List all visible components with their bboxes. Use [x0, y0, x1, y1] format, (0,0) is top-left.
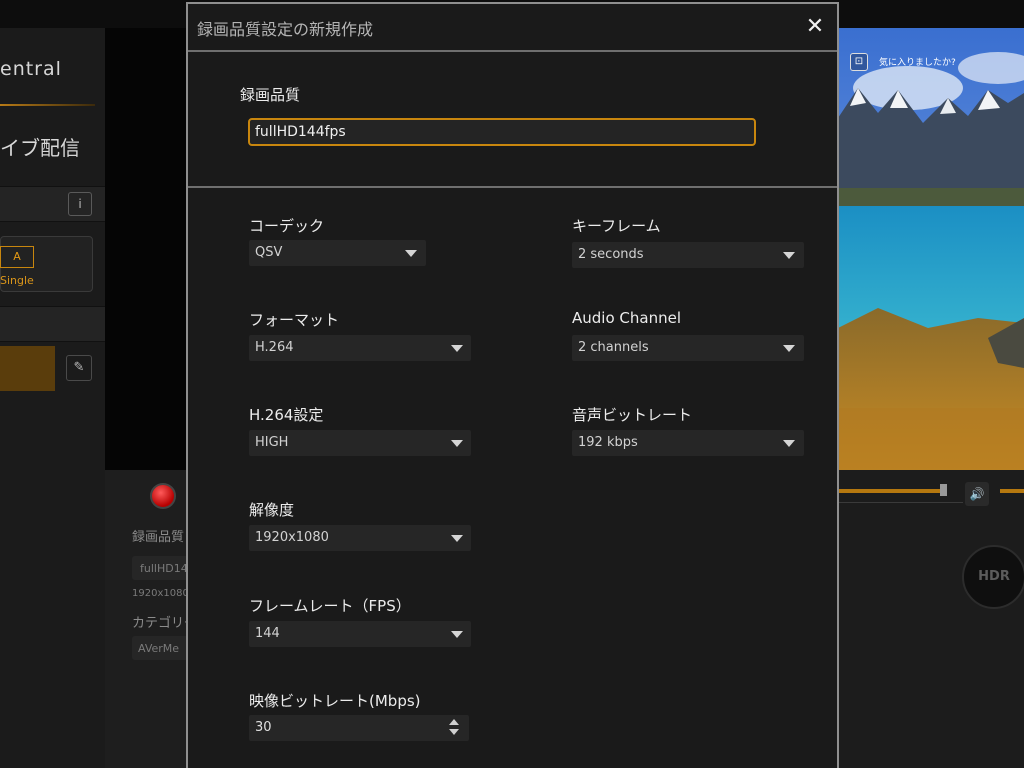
format-select[interactable]: H.264	[249, 335, 471, 361]
section-divider	[188, 186, 837, 188]
framerate-select[interactable]: 144	[249, 621, 471, 647]
volume-slider-track[interactable]	[838, 489, 945, 493]
app-logo: entral	[0, 58, 62, 80]
chevron-down-icon	[451, 631, 463, 638]
audio-channel-value: 2 channels	[578, 340, 649, 355]
format-label: フォーマット	[249, 311, 340, 329]
quality-name-label: 録画品質	[240, 86, 301, 104]
chevron-down-icon	[405, 250, 417, 257]
live-stream-heading: イブ配信	[0, 136, 80, 160]
volume-slider-knob[interactable]	[940, 484, 947, 496]
dialog-title: 録画品質設定の新規作成	[197, 20, 374, 39]
logo-underline	[0, 104, 95, 106]
chevron-down-icon	[783, 345, 795, 352]
audio-channel-label: Audio Channel	[572, 309, 681, 327]
stepper-down-icon[interactable]	[449, 729, 459, 735]
h264-setting-value: HIGH	[255, 435, 289, 450]
pencil-icon[interactable]: ✎	[66, 355, 92, 381]
resolution-value: 1920x1080	[255, 530, 329, 545]
resolution-label: 解像度	[249, 501, 295, 519]
record-button[interactable]	[150, 483, 176, 509]
chevron-down-icon	[451, 535, 463, 542]
record-resolution-value: 1920x1080	[132, 588, 189, 599]
chevron-down-icon	[451, 345, 463, 352]
app-window: entral イブ配信 i A Single ✎ 録画品質 fullHD14 1…	[0, 0, 1024, 768]
codec-value: QSV	[255, 245, 283, 260]
framerate-value: 144	[255, 626, 280, 641]
keyframe-select[interactable]: 2 seconds	[572, 242, 804, 268]
framerate-label: フレームレート（FPS）	[249, 597, 411, 615]
record-quality-label: 録画品質	[132, 530, 185, 545]
info-button[interactable]: i	[68, 192, 92, 216]
audio-channel-select[interactable]: 2 channels	[572, 335, 804, 361]
h264-setting-select[interactable]: HIGH	[249, 430, 471, 456]
chevron-down-icon	[783, 440, 795, 447]
camera-icon[interactable]: ⊡	[850, 53, 868, 71]
record-quality-value: fullHD14	[140, 562, 188, 575]
audio-bitrate-select[interactable]: 192 kbps	[572, 430, 804, 456]
audio-bitrate-label: 音声ビットレート	[572, 406, 693, 424]
format-value: H.264	[255, 340, 294, 355]
video-bitrate-value: 30	[255, 720, 272, 735]
speaker-icon[interactable]: 🔊	[965, 482, 989, 506]
keyframe-value: 2 seconds	[578, 247, 644, 262]
right-control-panel	[838, 470, 1024, 768]
codec-select[interactable]: QSV	[249, 240, 426, 266]
hdr-button[interactable]: HDR	[962, 545, 1024, 609]
preview-image	[838, 28, 1024, 470]
codec-label: コーデック	[249, 217, 325, 235]
divider	[838, 502, 963, 503]
audio-bitrate-value: 192 kbps	[578, 435, 638, 450]
stepper-up-icon[interactable]	[449, 719, 459, 725]
chevron-down-icon	[783, 252, 795, 259]
preview-area	[105, 28, 190, 470]
resolution-select[interactable]: 1920x1080	[249, 525, 471, 551]
selected-list-item[interactable]	[0, 346, 55, 391]
chevron-down-icon	[451, 440, 463, 447]
video-bitrate-stepper[interactable]: 30	[249, 715, 469, 741]
landscape-photo	[838, 28, 1024, 470]
quality-name-input[interactable]	[248, 118, 756, 146]
new-recording-quality-dialog: 録画品質設定の新規作成 ✕ 録画品質 コーデック QSV フォーマット H.26…	[186, 2, 839, 768]
favorite-prompt: 気に入りましたか?	[879, 58, 956, 68]
video-bitrate-label: 映像ビットレート(Mbps)	[249, 692, 421, 710]
close-icon[interactable]: ✕	[802, 14, 828, 40]
mode-label: Single	[0, 274, 34, 287]
dialog-header: 録画品質設定の新規作成 ✕	[188, 4, 837, 52]
list-header-row	[0, 306, 105, 342]
mode-badge: A	[0, 246, 34, 268]
category-value: AVerMe	[138, 642, 180, 655]
volume-slider-track-right[interactable]	[1000, 489, 1024, 493]
keyframe-label: キーフレーム	[572, 217, 661, 235]
h264-setting-label: H.264設定	[249, 406, 324, 424]
